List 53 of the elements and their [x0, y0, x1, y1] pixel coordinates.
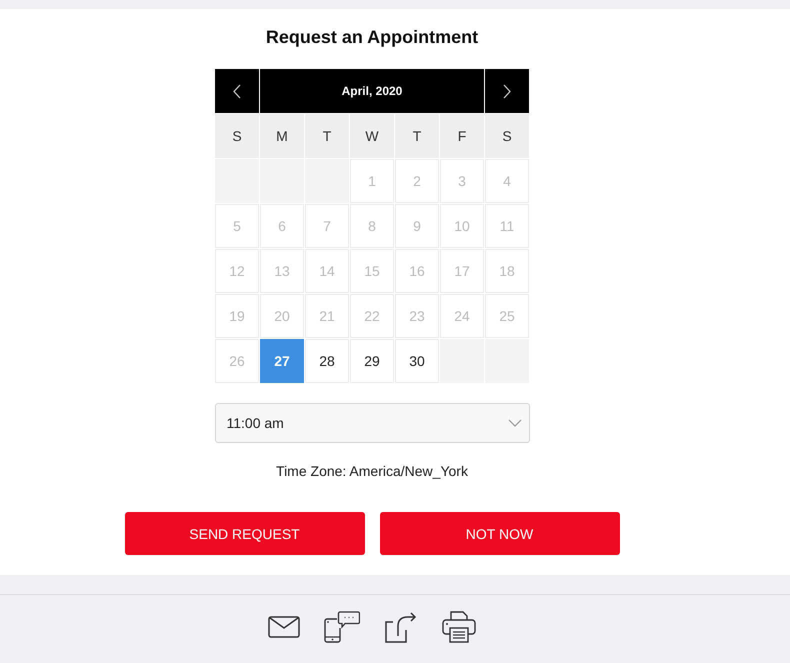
weekday-label: M — [260, 114, 304, 158]
calendar-day: 22 — [350, 294, 394, 338]
weekday-label: S — [215, 114, 259, 158]
text-message-button[interactable] — [324, 611, 360, 643]
calendar-day: 24 — [440, 294, 484, 338]
calendar-day: 26 — [215, 339, 259, 383]
calendar-day: 7 — [305, 204, 349, 248]
chevron-down-icon — [508, 419, 522, 427]
phone-chat-icon — [324, 611, 360, 643]
calendar-day: 10 — [440, 204, 484, 248]
time-zone-text: Time Zone: America/New_York — [276, 463, 468, 479]
calendar-day: 2 — [395, 159, 439, 203]
print-button[interactable] — [442, 611, 476, 643]
chevron-right-icon — [503, 84, 511, 98]
calendar-day: 25 — [485, 294, 529, 338]
envelope-icon — [268, 616, 300, 638]
calendar-day: 17 — [440, 249, 484, 293]
send-request-button[interactable]: SEND REQUEST — [124, 512, 364, 555]
page-title: Request an Appointment — [266, 26, 478, 48]
calendar-day: 4 — [485, 159, 529, 203]
calendar-day: 6 — [260, 204, 304, 248]
calendar-day: 9 — [395, 204, 439, 248]
month-title: April, 2020 — [260, 69, 484, 113]
weekday-label: F — [440, 114, 484, 158]
share-button[interactable] — [384, 611, 418, 643]
share-icon — [384, 611, 418, 643]
calendar-day: 1 — [350, 159, 394, 203]
calendar-day: 12 — [215, 249, 259, 293]
calendar-day: 23 — [395, 294, 439, 338]
chevron-left-icon — [233, 84, 241, 98]
weekday-label: S — [485, 114, 529, 158]
calendar-day: 20 — [260, 294, 304, 338]
weekday-label: T — [395, 114, 439, 158]
calendar-day: 15 — [350, 249, 394, 293]
weekday-label: T — [305, 114, 349, 158]
calendar-day: 21 — [305, 294, 349, 338]
calendar-day: 16 — [395, 249, 439, 293]
calendar-day: 18 — [485, 249, 529, 293]
calendar-day: 19 — [215, 294, 259, 338]
dismiss-button[interactable]: NOT NOW — [380, 512, 620, 555]
calendar-day: 5 — [215, 204, 259, 248]
calendar-day[interactable]: 29 — [350, 339, 394, 383]
email-button[interactable] — [268, 616, 300, 638]
calendar-day: 11 — [485, 204, 529, 248]
time-select[interactable]: 11:00 am — [214, 403, 530, 443]
calendar-day: 14 — [305, 249, 349, 293]
printer-icon — [442, 611, 476, 643]
calendar-day: 8 — [350, 204, 394, 248]
calendar-day: 13 — [260, 249, 304, 293]
calendar-day: 3 — [440, 159, 484, 203]
calendar-day[interactable]: 28 — [305, 339, 349, 383]
weekday-label: W — [350, 114, 394, 158]
calendar-day[interactable]: 30 — [395, 339, 439, 383]
